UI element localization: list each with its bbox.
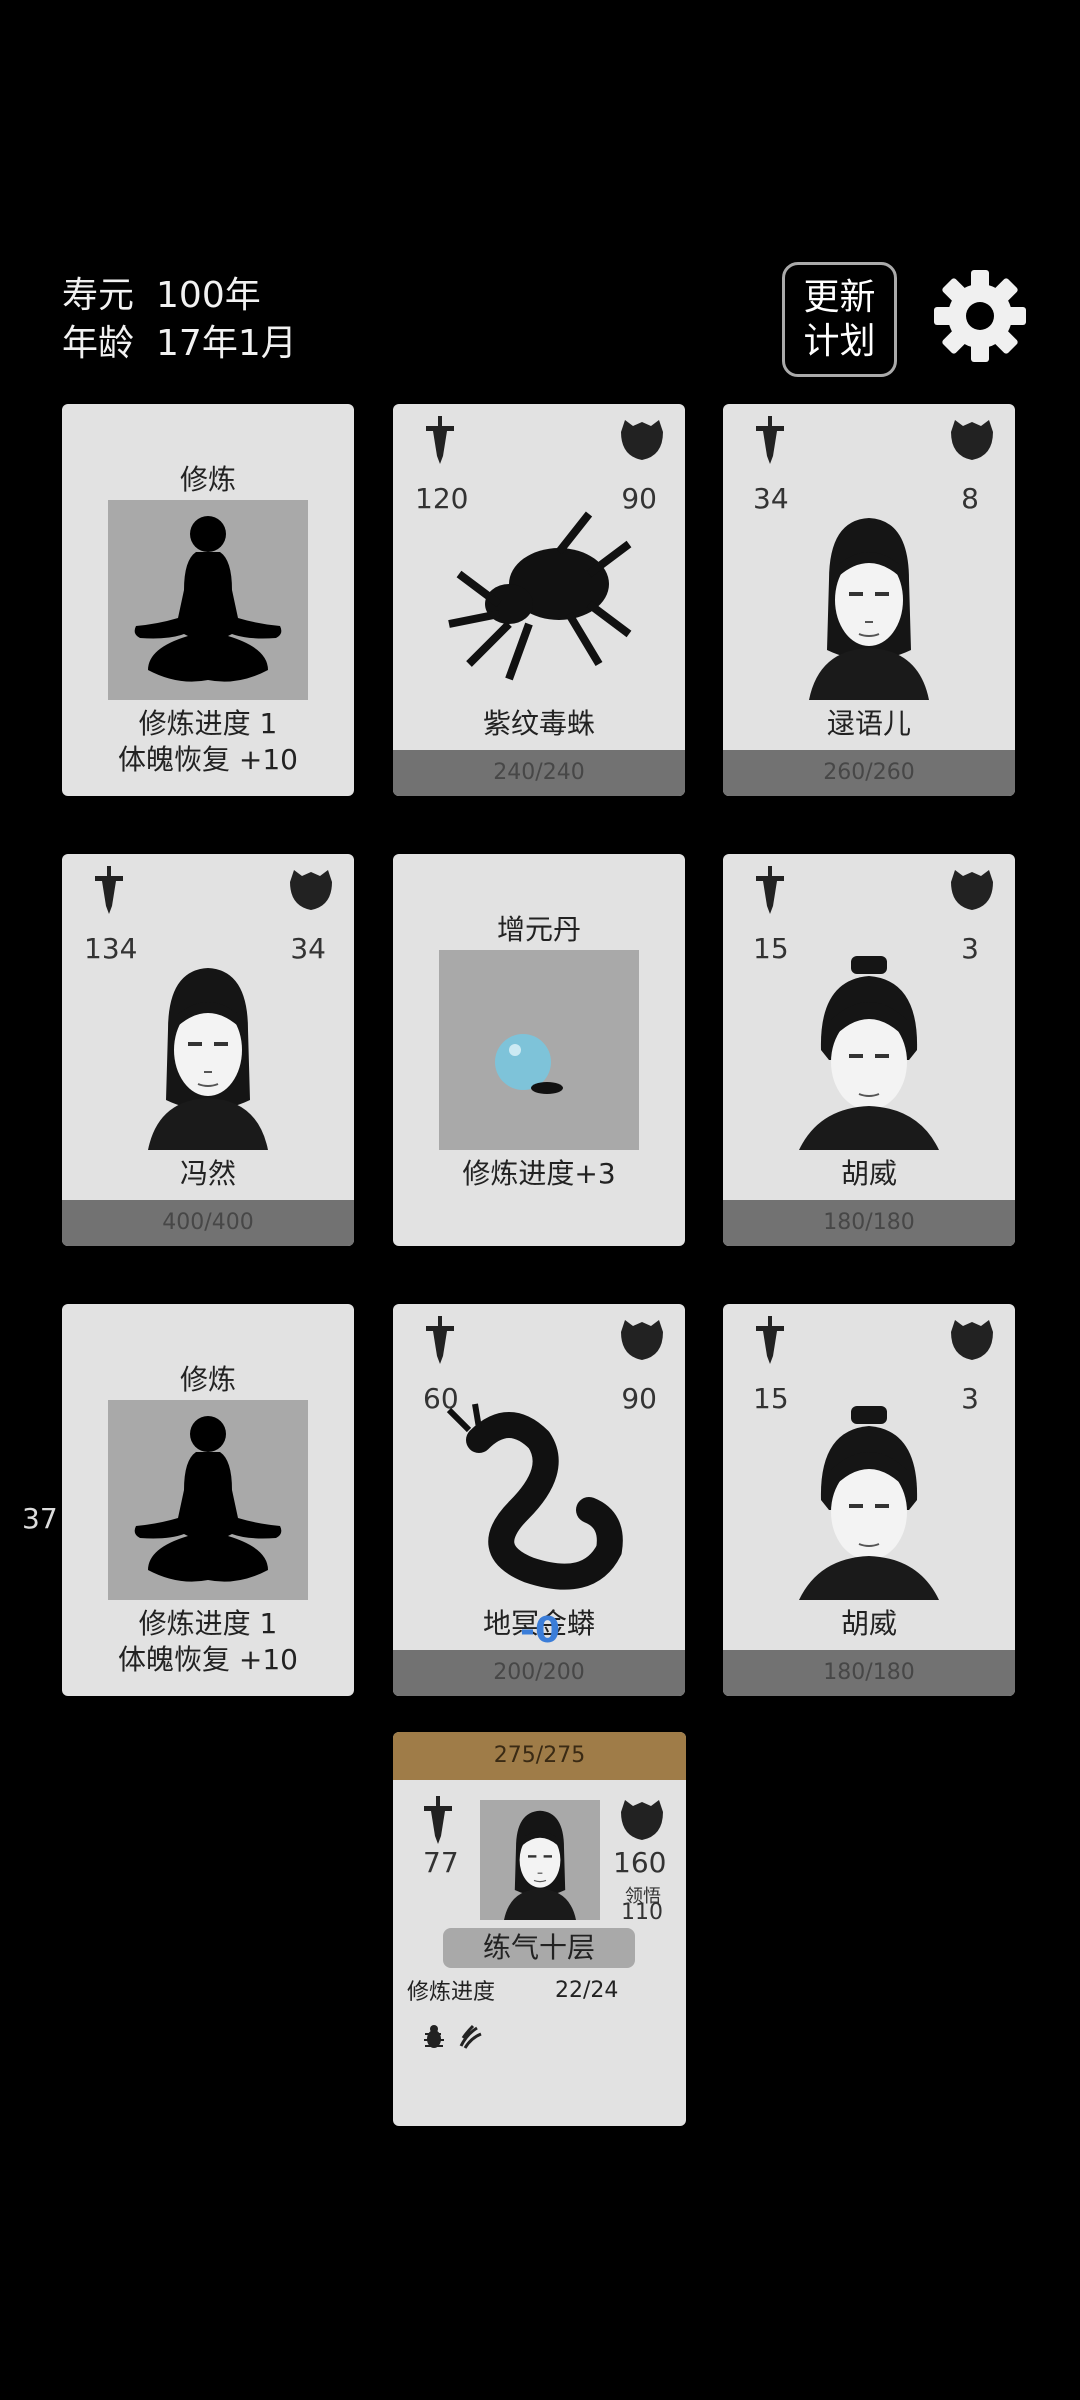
progress-value: 22/24	[555, 1978, 619, 2003]
sword-icon	[753, 416, 787, 464]
hp-value: 400/400	[162, 1210, 254, 1235]
body-recovery: 体魄恢复 +10	[118, 743, 298, 776]
body-recovery: 体魄恢复 +10	[118, 1643, 298, 1676]
hp-value: 180/180	[823, 1210, 915, 1235]
shield-icon	[619, 1316, 665, 1362]
portrait-image	[108, 950, 308, 1150]
realm-badge: 练气十层	[443, 1928, 635, 1968]
enemy-card[interactable]: 15 3 胡威 180/180	[723, 854, 1015, 1246]
shield-icon	[288, 866, 334, 912]
comprehension-value: 110	[621, 1900, 663, 1925]
hp-bar: 240/240	[393, 750, 685, 796]
age-label: 年龄	[62, 323, 135, 364]
shield-icon	[619, 1796, 665, 1842]
card-title: 修炼	[179, 1363, 236, 1396]
pill-icon	[439, 950, 639, 1150]
hp-bar: 260/260	[723, 750, 1015, 796]
portrait-image	[769, 950, 969, 1150]
portrait-image	[769, 1400, 969, 1600]
lifespan-value: 100年	[156, 275, 261, 316]
player-hp-bar: 275/275	[393, 1732, 686, 1780]
bug-icon	[424, 2025, 444, 2048]
enemy-name: 冯然	[179, 1157, 236, 1190]
enemy-card[interactable]: 34 8 逯语儿 260/260	[723, 404, 1015, 796]
meditation-icon	[108, 1400, 308, 1600]
hp-bar: 400/400	[62, 1200, 354, 1246]
hp-bar: 180/180	[723, 1200, 1015, 1246]
item-title: 增元丹	[496, 913, 581, 946]
cultivate-progress: 修炼进度 1	[138, 1607, 278, 1640]
sword-icon	[423, 416, 457, 464]
sword-icon	[92, 866, 126, 914]
item-effect: 修炼进度+3	[462, 1157, 616, 1190]
hp-value: 260/260	[823, 760, 915, 785]
hp-value: 200/200	[493, 1660, 585, 1685]
hp-value: 240/240	[493, 760, 585, 785]
player-card[interactable]: 275/275 77 160 领悟 110 练气十层 修炼进度 22/24	[393, 1732, 686, 2126]
lifespan-label: 寿元	[62, 275, 135, 316]
claw-icon	[459, 2024, 482, 2049]
player-attack: 77	[423, 1846, 459, 1879]
meditation-icon	[108, 500, 308, 700]
hp-value: 180/180	[823, 1660, 915, 1685]
enemy-name: 紫纹毒蛛	[482, 707, 595, 740]
sword-icon	[753, 1316, 787, 1364]
card-title: 修炼	[179, 463, 236, 496]
sword-icon	[753, 866, 787, 914]
damage-popup: -0	[520, 1610, 560, 1651]
hp-bar: 180/180	[723, 1650, 1015, 1696]
shield-icon	[949, 1316, 995, 1362]
portrait-image	[769, 500, 969, 700]
enemy-card[interactable]: 15 3 胡威 180/180	[723, 1304, 1015, 1696]
side-counter: 37	[22, 1502, 58, 1535]
spider-icon	[448, 511, 632, 681]
shield-icon	[949, 416, 995, 462]
cultivate-card[interactable]: 修炼 修炼进度 1 体魄恢复 +10	[62, 404, 354, 796]
age-row: 年龄 17年1月	[62, 314, 319, 366]
sword-icon	[421, 1796, 455, 1844]
item-card[interactable]: 增元丹 修炼进度+3	[393, 854, 685, 1246]
shield-icon	[949, 866, 995, 912]
player-hp-value: 275/275	[493, 1743, 586, 1768]
update-plan-label: 更新 计划	[803, 276, 876, 362]
player-defense: 160	[613, 1846, 667, 1879]
cultivate-progress: 修炼进度 1	[138, 707, 278, 740]
progress-label: 修炼进度	[407, 1980, 496, 2005]
enemy-card[interactable]: 134 34 冯然 400/400	[62, 854, 354, 1246]
enemy-name: 胡威	[840, 1157, 897, 1190]
shield-icon	[619, 416, 665, 462]
sword-icon	[423, 1316, 457, 1364]
age-value: 17年1月	[156, 323, 297, 364]
hp-bar: 200/200	[393, 1650, 685, 1696]
enemy-name: 逯语儿	[826, 707, 911, 740]
player-portrait	[480, 1800, 600, 1920]
gear-icon[interactable]	[932, 268, 1028, 364]
cultivate-card[interactable]: 修炼 修炼进度 1 体魄恢复 +10	[62, 1304, 354, 1696]
enemy-name: 胡威	[840, 1607, 897, 1640]
serpent-icon	[446, 1403, 623, 1590]
enemy-card[interactable]: 120 90 紫纹毒蛛 240/240	[393, 404, 685, 796]
lifespan-row: 寿元 100年	[62, 266, 283, 318]
update-plan-button[interactable]: 更新 计划	[782, 262, 897, 377]
